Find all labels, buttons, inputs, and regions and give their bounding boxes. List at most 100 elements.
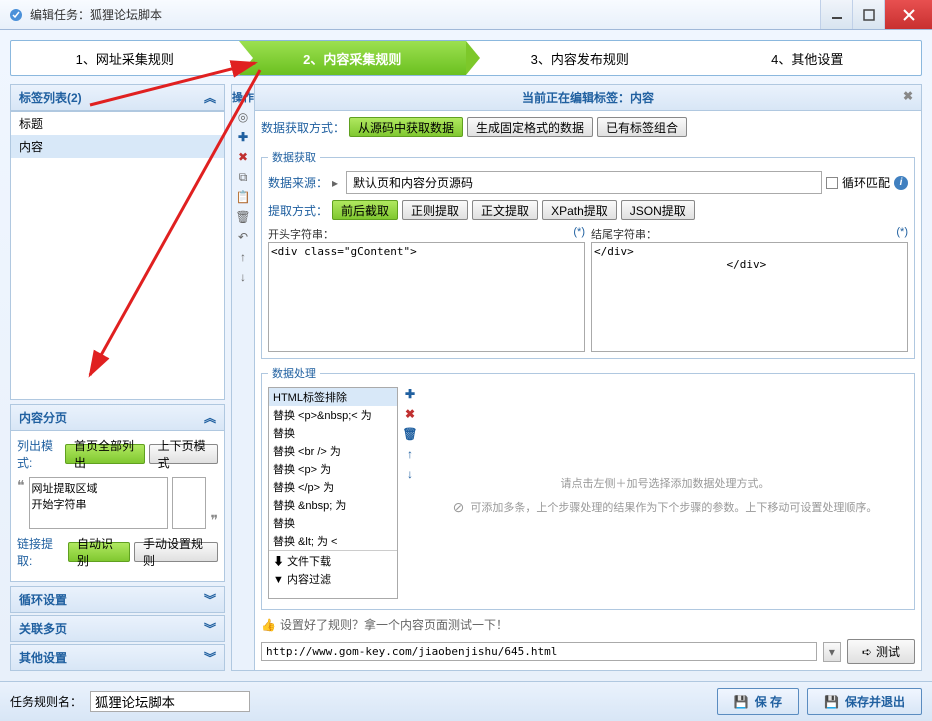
test-button[interactable]: ➪ 测试: [847, 639, 915, 664]
expand-icon[interactable]: ︾: [204, 620, 216, 637]
step-2[interactable]: 2、内容采集规则: [239, 41, 467, 75]
proc-down-icon[interactable]: ↓: [402, 467, 418, 483]
collapse-icon[interactable]: ︽: [204, 89, 216, 106]
proc-item[interactable]: 替换 <p>&nbsp;< 为: [269, 406, 397, 424]
save-exit-button[interactable]: 💾 保存并退出: [807, 688, 922, 715]
pagination-header[interactable]: 内容分页 ︽: [10, 404, 225, 431]
related-pages-header[interactable]: 关联多页 ︾: [10, 615, 225, 642]
save-icon: 💾: [734, 695, 749, 709]
proc-item[interactable]: 替换 </p> 为: [269, 478, 397, 496]
test-hint: 设置好了规则？拿一个内容页面测试一下！: [280, 616, 508, 633]
extract-xpath[interactable]: XPath提取: [542, 200, 617, 220]
other-settings-header[interactable]: 其他设置 ︾: [10, 644, 225, 671]
link-extract-label: 链接提取:: [17, 535, 64, 569]
editor-header: 当前正在编辑标签：内容 ✖: [255, 85, 921, 111]
process-list[interactable]: HTML标签排除 替换 <p>&nbsp;< 为 替换 替换 <br /> 为 …: [268, 387, 398, 599]
save-button[interactable]: 💾 保 存: [717, 688, 799, 715]
tag-list: 标题 内容: [10, 111, 225, 400]
close-editor-icon[interactable]: ✖: [903, 89, 913, 103]
process-legend: 数据处理: [268, 365, 320, 381]
extract-legend: 数据获取: [268, 149, 320, 165]
quote-right-icon: ❞: [210, 512, 218, 529]
target-icon[interactable]: ◎: [235, 109, 251, 125]
step-4[interactable]: 4、其他设置: [694, 41, 922, 75]
method-source-button[interactable]: 从源码中获取数据: [349, 117, 463, 137]
proc-item[interactable]: 替换: [269, 424, 397, 442]
expand-icon[interactable]: ︾: [204, 649, 216, 666]
titlebar: 编辑任务：狐狸论坛脚本: [0, 0, 932, 30]
proc-item[interactable]: 替换 &lt; 为 <: [269, 532, 397, 550]
source-select[interactable]: 默认页和内容分页源码: [346, 171, 822, 194]
wildcard-icon[interactable]: (*): [573, 226, 585, 242]
start-string-input[interactable]: [268, 242, 585, 352]
manual-rule-button[interactable]: 手动设置规则: [134, 542, 218, 562]
extract-method-label: 提取方式：: [268, 202, 328, 219]
tag-item-content[interactable]: 内容: [11, 135, 224, 158]
proc-download[interactable]: ⬇ 文件下载: [269, 550, 397, 570]
collapse-icon[interactable]: ︽: [204, 409, 216, 426]
add-icon[interactable]: ✚: [235, 129, 251, 145]
step-3[interactable]: 3、内容发布规则: [466, 41, 694, 75]
tag-list-title: 标签列表(2): [19, 89, 82, 106]
pagination-title: 内容分页: [19, 409, 67, 426]
expand-icon[interactable]: ︾: [204, 591, 216, 608]
method-fixed-button[interactable]: 生成固定格式的数据: [467, 117, 593, 137]
process-hint: 请点击左侧＋加号选择添加数据处理方式。 ⊘可添加多条，上个步骤处理的结果作为下个…: [422, 387, 908, 603]
rule-name-input[interactable]: [90, 691, 250, 712]
down-icon[interactable]: ↓: [235, 269, 251, 285]
app-icon: [8, 7, 24, 23]
extract-area-end[interactable]: [172, 477, 207, 529]
updown-mode-button[interactable]: 上下页模式: [149, 444, 218, 464]
delete-icon[interactable]: ✖: [235, 149, 251, 165]
end-string-label: 结尾字符串：: [591, 226, 657, 242]
list-all-button[interactable]: 首页全部列出: [65, 444, 145, 464]
thumb-icon: 👍: [261, 618, 276, 632]
loop-settings-header[interactable]: 循环设置 ︾: [10, 586, 225, 613]
proc-item[interactable]: 替换 <p> 为: [269, 460, 397, 478]
proc-item[interactable]: HTML标签排除: [269, 388, 397, 406]
undo-icon[interactable]: ↶: [235, 229, 251, 245]
extract-regex[interactable]: 正则提取: [402, 200, 468, 220]
triangle-icon: ▸: [332, 176, 338, 190]
toolbar-title: 操作: [232, 89, 254, 105]
extract-json[interactable]: JSON提取: [621, 200, 695, 220]
url-dropdown-icon[interactable]: ▾: [823, 642, 841, 662]
proc-del-icon[interactable]: ✖: [402, 407, 418, 423]
list-mode-label: 列出模式:: [17, 437, 61, 471]
copy-icon[interactable]: ⧉: [235, 169, 251, 185]
extract-area-start[interactable]: [29, 477, 168, 529]
proc-item[interactable]: 替换 &nbsp; 为: [269, 496, 397, 514]
info-icon[interactable]: i: [894, 176, 908, 190]
method-combine-button[interactable]: 已有标签组合: [597, 117, 687, 137]
rule-name-label: 任务规则名：: [10, 693, 82, 710]
tag-list-header: 标签列表(2) ︽: [10, 84, 225, 111]
window-title: 编辑任务：狐狸论坛脚本: [30, 6, 820, 23]
proc-item[interactable]: 替换 <br /> 为: [269, 442, 397, 460]
auto-detect-button[interactable]: 自动识别: [68, 542, 130, 562]
end-string-input[interactable]: [591, 242, 908, 352]
proc-up-icon[interactable]: ↑: [402, 447, 418, 463]
extract-prefix-suffix[interactable]: 前后截取: [332, 200, 398, 220]
quote-left-icon: ❝: [17, 477, 25, 494]
footer: 任务规则名： 💾 保 存 💾 保存并退出: [0, 681, 932, 721]
start-string-label: 开头字符串：: [268, 226, 334, 242]
maximize-button[interactable]: [852, 0, 884, 29]
minimize-button[interactable]: [820, 0, 852, 29]
close-button[interactable]: [884, 0, 932, 29]
tag-item-title[interactable]: 标题: [11, 112, 224, 135]
step-1[interactable]: 1、网址采集规则: [11, 41, 239, 75]
wildcard-icon[interactable]: (*): [896, 226, 908, 242]
proc-item[interactable]: 替换: [269, 514, 397, 532]
proc-filter[interactable]: ▼ 内容过滤: [269, 570, 397, 588]
proc-trash-icon[interactable]: 🗑: [402, 427, 418, 443]
extract-body[interactable]: 正文提取: [472, 200, 538, 220]
paste-icon[interactable]: 📋: [235, 189, 251, 205]
up-icon[interactable]: ↑: [235, 249, 251, 265]
action-toolbar: 操作 ◎ ✚ ✖ ⧉ 📋 🗑 ↶ ↑ ↓: [231, 84, 255, 671]
editor-title: 当前正在编辑标签：内容: [522, 91, 654, 105]
proc-add-icon[interactable]: ✚: [402, 387, 418, 403]
trash-icon[interactable]: 🗑: [235, 209, 251, 225]
test-url-input[interactable]: [261, 642, 817, 661]
save-icon: 💾: [824, 695, 839, 709]
loop-match-checkbox[interactable]: [826, 177, 838, 189]
